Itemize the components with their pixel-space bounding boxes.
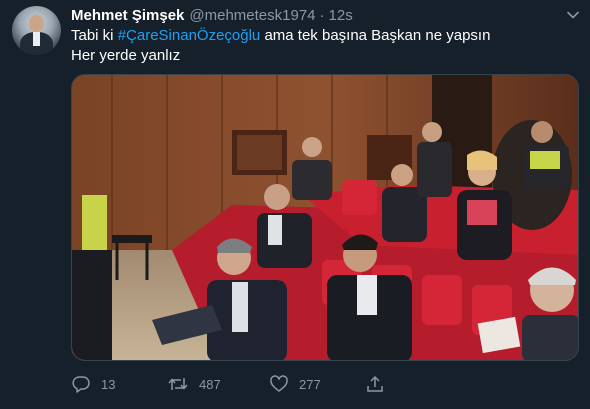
author-handle[interactable]: @mehmetesk1974 <box>189 7 315 24</box>
retweet-count: 487 <box>199 376 221 392</box>
hashtag-link[interactable]: #ÇareSinanÖzeçoğlu <box>118 27 261 44</box>
more-options-button[interactable] <box>564 6 582 24</box>
author-name[interactable]: Mehmet Şimşek <box>71 7 184 24</box>
heart-icon <box>270 375 288 392</box>
avatar-shirt <box>33 32 40 46</box>
avatar-face <box>29 15 44 32</box>
tweet-text-line1: Tabi ki #ÇareSinanÖzeçoğlu ama tek başın… <box>71 26 576 46</box>
like-button[interactable]: 277 <box>269 373 321 395</box>
tweet-text-suffix: ama tek başına Başkan ne yapsın <box>260 27 491 44</box>
tweet-photo[interactable] <box>71 74 579 361</box>
retweet-button[interactable]: 487 <box>167 373 221 395</box>
photo-scene <box>72 75 578 360</box>
reply-button[interactable]: 13 <box>71 373 115 395</box>
chevron-down-icon <box>567 11 579 19</box>
avatar[interactable] <box>12 6 61 55</box>
reply-count: 13 <box>101 376 116 392</box>
header-separator: · <box>319 6 325 24</box>
like-count: 277 <box>299 376 321 392</box>
tweet-timestamp[interactable]: 12s <box>329 7 353 24</box>
share-button[interactable] <box>365 373 385 395</box>
retweet-icon <box>168 378 188 390</box>
tweet-header: Mehmet Şimşek @mehmetesk1974 · 12s <box>71 6 353 24</box>
tweet-text-prefix: Tabi ki <box>71 27 118 44</box>
tweet-actions: 13 487 277 <box>71 373 491 395</box>
reply-icon <box>72 376 90 393</box>
tweet-text: Tabi ki #ÇareSinanÖzeçoğlu ama tek başın… <box>71 26 576 66</box>
tweet-text-line2: Her yerde yanlız <box>71 47 181 64</box>
share-icon <box>367 375 383 392</box>
